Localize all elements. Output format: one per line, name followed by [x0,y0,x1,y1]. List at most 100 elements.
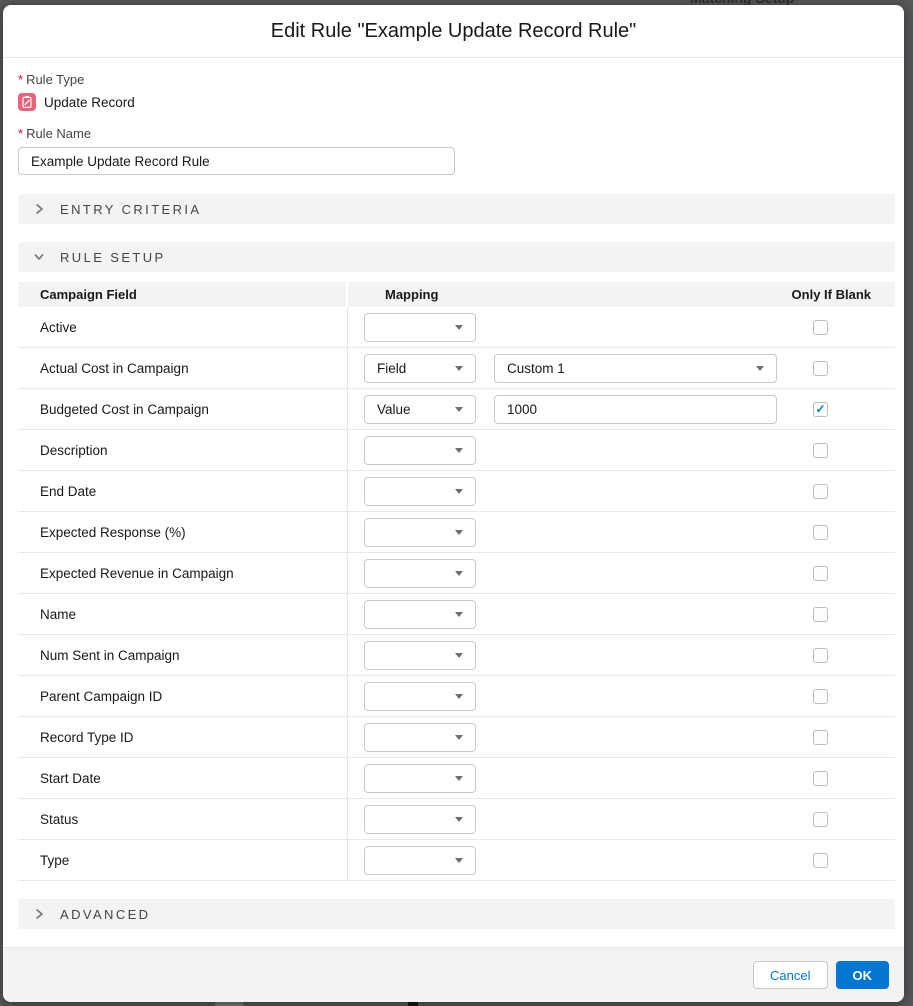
only-if-blank-checkbox[interactable] [813,443,828,458]
table-row: End Date [18,471,895,512]
chevron-down-icon [455,735,463,740]
only-if-blank-checkbox[interactable] [813,771,828,786]
chevron-down-icon [32,250,46,264]
chevron-down-icon [455,653,463,658]
ok-button[interactable]: OK [836,961,890,989]
header-campaign-field: Campaign Field [18,282,348,307]
table-row: Expected Response (%) [18,512,895,553]
campaign-field-label: Expected Response (%) [18,512,348,552]
rule-type-value-row: Update Record [18,93,895,111]
only-if-blank-checkbox[interactable] [813,607,828,622]
table-row: Type [18,840,895,881]
chevron-down-icon [455,817,463,822]
table-row: Active [18,307,895,348]
chevron-down-icon [455,694,463,699]
chevron-down-icon [455,612,463,617]
chevron-down-icon [756,366,764,371]
rule-type-label-text: Rule Type [26,72,84,87]
section-label: ADVANCED [60,907,150,922]
only-if-blank-checkbox[interactable]: ✓ [813,402,828,417]
campaign-field-label: Num Sent in Campaign [18,635,348,675]
modal-footer: Cancel OK [3,947,904,1002]
only-if-blank-checkbox[interactable] [813,566,828,581]
chevron-down-icon [455,366,463,371]
table-row: Record Type ID [18,717,895,758]
mapping-type-select[interactable] [364,436,476,465]
header-only-if-blank: Only If Blank [792,287,871,302]
mapping-type-select[interactable] [364,477,476,506]
chevron-right-icon [32,202,46,216]
rule-name-label: * Rule Name [18,126,895,141]
section-rule-setup[interactable]: RULE SETUP [18,242,895,272]
campaign-field-label: Actual Cost in Campaign [18,348,348,388]
campaign-field-label: Record Type ID [18,717,348,757]
mapping-type-select[interactable] [364,764,476,793]
table-row: Status [18,799,895,840]
chevron-down-icon [455,571,463,576]
background-fragment [215,1002,243,1006]
rule-name-label-text: Rule Name [26,126,91,141]
modal-header: Edit Rule "Example Update Record Rule" [3,5,904,58]
mapping-type-select[interactable] [364,559,476,588]
campaign-field-label: Start Date [18,758,348,798]
required-asterisk: * [18,72,23,87]
mapping-type-select[interactable] [364,641,476,670]
mapping-type-select[interactable] [364,682,476,711]
table-row: Start Date [18,758,895,799]
only-if-blank-checkbox[interactable] [813,812,828,827]
background-fragment [408,1002,418,1006]
campaign-field-label: Type [18,840,348,880]
campaign-field-label: Description [18,430,348,470]
header-mapping: Mapping [385,287,438,302]
table-row: Description [18,430,895,471]
only-if-blank-checkbox[interactable] [813,853,828,868]
table-row: Num Sent in Campaign [18,635,895,676]
only-if-blank-checkbox[interactable] [813,525,828,540]
chevron-down-icon [455,776,463,781]
mapping-type-select[interactable]: Value [364,395,476,424]
chevron-down-icon [455,325,463,330]
mapping-type-select[interactable] [364,846,476,875]
section-label: RULE SETUP [60,250,166,265]
only-if-blank-checkbox[interactable] [813,730,828,745]
mapping-value-select[interactable]: Custom 1 [494,354,777,383]
checkmark-icon: ✓ [815,403,825,415]
mapping-type-select[interactable] [364,723,476,752]
mapping-type-select[interactable] [364,600,476,629]
mapping-type-select[interactable]: Field [364,354,476,383]
chevron-down-icon [455,407,463,412]
edit-rule-modal: Edit Rule "Example Update Record Rule" *… [3,5,904,1002]
chevron-down-icon [455,489,463,494]
campaign-field-label: End Date [18,471,348,511]
campaign-field-label: Budgeted Cost in Campaign [18,389,348,429]
rule-setup-table: Campaign Field Mapping Only If Blank Act… [18,282,895,881]
mapping-value-input[interactable] [494,395,777,424]
only-if-blank-checkbox[interactable] [813,361,828,376]
cancel-button[interactable]: Cancel [753,961,827,989]
mapping-value-text: Custom 1 [507,361,565,376]
only-if-blank-checkbox[interactable] [813,689,828,704]
table-row: Budgeted Cost in Campaign Value ✓ [18,389,895,430]
chevron-right-icon [32,907,46,921]
section-advanced[interactable]: ADVANCED [18,899,895,929]
only-if-blank-checkbox[interactable] [813,648,828,663]
table-row: Actual Cost in Campaign Field Custom 1 [18,348,895,389]
table-row: Parent Campaign ID [18,676,895,717]
rule-name-input[interactable] [18,147,455,175]
mapping-type-select[interactable] [364,313,476,342]
only-if-blank-checkbox[interactable] [813,484,828,499]
section-label: ENTRY CRITERIA [60,202,201,217]
rule-table-body: ActiveActual Cost in Campaign Field Custom… [18,307,895,881]
chevron-down-icon [455,448,463,453]
modal-body: * Rule Type Update Record * Rule Name EN… [3,72,904,929]
mapping-type-select[interactable] [364,805,476,834]
section-entry-criteria[interactable]: ENTRY CRITERIA [18,194,895,224]
table-row: Name [18,594,895,635]
campaign-field-label: Active [18,307,348,347]
update-record-icon [18,93,36,111]
campaign-field-label: Parent Campaign ID [18,676,348,716]
mapping-type-select[interactable] [364,518,476,547]
mapping-type-value: Value [377,402,411,417]
only-if-blank-checkbox[interactable] [813,320,828,335]
required-asterisk: * [18,126,23,141]
